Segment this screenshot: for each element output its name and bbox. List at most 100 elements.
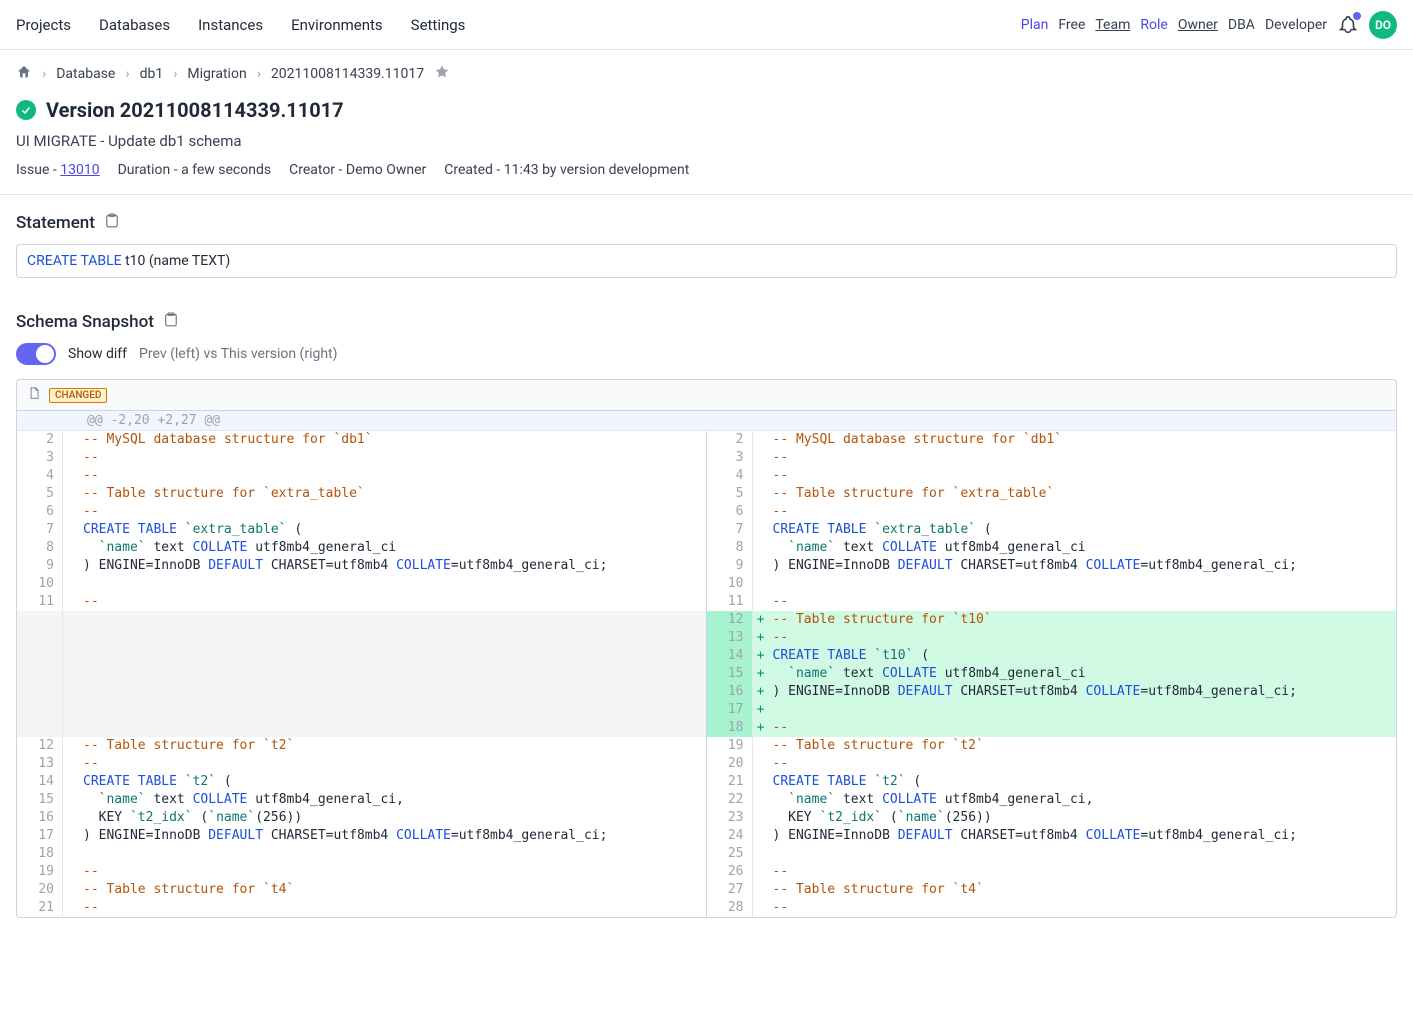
diff-row: 16+) ENGINE=InnoDB DEFAULT CHARSET=utf8m… [707, 683, 1397, 701]
diff-row: 6-- [707, 503, 1397, 521]
creator-value: Demo Owner [346, 162, 426, 178]
nav-settings[interactable]: Settings [411, 16, 466, 34]
diff-row: 19-- [17, 863, 706, 881]
page-title: Version 20211008114339.11017 [46, 98, 344, 122]
diff-row: 5-- Table structure for `extra_table` [707, 485, 1397, 503]
diff-row: 11-- [17, 593, 706, 611]
diff-row: 8 `name` text COLLATE utf8mb4_general_ci [17, 539, 706, 557]
diff-row: 20-- [707, 755, 1397, 773]
diff-row [17, 683, 706, 701]
statement-rest: t10 (name TEXT) [122, 253, 231, 269]
diff-row: 15+ `name` text COLLATE utf8mb4_general_… [707, 665, 1397, 683]
diff-row: 21CREATE TABLE `t2` ( [707, 773, 1397, 791]
diff-row: 19-- Table structure for `t2` [707, 737, 1397, 755]
diff-row: 8 `name` text COLLATE utf8mb4_general_ci [707, 539, 1397, 557]
diff-row: 24) ENGINE=InnoDB DEFAULT CHARSET=utf8mb… [707, 827, 1397, 845]
plan-link[interactable]: Team [1095, 17, 1130, 33]
diff-row: 17+ [707, 701, 1397, 719]
snapshot-section: Schema Snapshot Show diff Prev (left) vs… [0, 294, 1413, 934]
diff-row: 25 [707, 845, 1397, 863]
clipboard-icon[interactable] [162, 310, 180, 333]
diff-row: 18+-- [707, 719, 1397, 737]
diff-row: 7CREATE TABLE `extra_table` ( [707, 521, 1397, 539]
page-meta: Issue - 13010 Duration - a few seconds C… [16, 162, 1397, 178]
diff-row: 26-- [707, 863, 1397, 881]
diff-row: 17) ENGINE=InnoDB DEFAULT CHARSET=utf8mb… [17, 827, 706, 845]
show-diff-sub: Prev (left) vs This version (right) [139, 346, 337, 362]
star-icon[interactable] [434, 64, 450, 84]
diff-row: 15 `name` text COLLATE utf8mb4_general_c… [17, 791, 706, 809]
diff-row: 13-- [17, 755, 706, 773]
diff-row: 12+-- Table structure for `t10` [707, 611, 1397, 629]
issue-link[interactable]: 13010 [60, 162, 99, 178]
diff-row [17, 665, 706, 683]
page-subtitle: UI MIGRATE - Update db1 schema [16, 132, 1397, 150]
created-label: Created - [444, 162, 503, 178]
diff-row [17, 629, 706, 647]
diff-row: 7CREATE TABLE `extra_table` ( [17, 521, 706, 539]
role-developer: Developer [1265, 17, 1327, 33]
plan-label: Plan [1021, 17, 1049, 33]
nav-environments[interactable]: Environments [291, 16, 383, 34]
statement-title: Statement [16, 213, 95, 233]
topbar: Projects Databases Instances Environment… [0, 0, 1413, 50]
role-dba: DBA [1228, 17, 1255, 33]
diff-row: 12-- Table structure for `t2` [17, 737, 706, 755]
diff-row: 23 KEY `t2_idx` (`name`(256)) [707, 809, 1397, 827]
diff-right-pane: 2-- MySQL database structure for `db1`3-… [707, 431, 1397, 917]
diff-row: 28-- [707, 899, 1397, 917]
diff-row [17, 701, 706, 719]
notifications-icon[interactable] [1337, 14, 1359, 36]
statement-section: Statement CREATE TABLE t10 (name TEXT) [0, 195, 1413, 294]
diff-row: 10 [17, 575, 706, 593]
diff-left-pane: 2-- MySQL database structure for `db1`3-… [17, 431, 707, 917]
diff-row: 11-- [707, 593, 1397, 611]
breadcrumb-sep: › [257, 66, 261, 82]
diff-row: 9) ENGINE=InnoDB DEFAULT CHARSET=utf8mb4… [17, 557, 706, 575]
nav-instances[interactable]: Instances [198, 16, 263, 34]
topbar-nav: Projects Databases Instances Environment… [16, 16, 465, 34]
diff-row: 16 KEY `t2_idx` (`name`(256)) [17, 809, 706, 827]
diff-row: 9) ENGINE=InnoDB DEFAULT CHARSET=utf8mb4… [707, 557, 1397, 575]
diff-row [17, 611, 706, 629]
nav-projects[interactable]: Projects [16, 16, 71, 34]
home-icon[interactable] [16, 64, 32, 84]
role-label: Role [1140, 17, 1167, 33]
diff-row: 27-- Table structure for `t4` [707, 881, 1397, 899]
diff-row: 14CREATE TABLE `t2` ( [17, 773, 706, 791]
diff-row: 14+CREATE TABLE `t10` ( [707, 647, 1397, 665]
clipboard-icon[interactable] [103, 211, 121, 234]
diff-hunk: @@ -2,20 +2,27 @@ [17, 411, 1396, 431]
diff-row: 3-- [17, 449, 706, 467]
snapshot-title: Schema Snapshot [16, 312, 154, 332]
diff-row: 6-- [17, 503, 706, 521]
crumb-version: 20211008114339.11017 [271, 66, 424, 82]
plan-value: Free [1058, 17, 1085, 33]
crumb-database[interactable]: Database [56, 66, 115, 82]
duration-value: a few seconds [181, 162, 271, 178]
nav-databases[interactable]: Databases [99, 16, 170, 34]
diff-row: 21-- [17, 899, 706, 917]
crumb-db1[interactable]: db1 [140, 66, 164, 82]
topbar-right: Plan Free Team Role Owner DBA Developer … [1021, 11, 1397, 39]
avatar[interactable]: DO [1369, 11, 1397, 39]
statement-box: CREATE TABLE t10 (name TEXT) [16, 244, 1397, 278]
diff-row: 13+-- [707, 629, 1397, 647]
check-icon [16, 100, 36, 120]
page-header: Version 20211008114339.11017 UI MIGRATE … [0, 98, 1413, 195]
duration-label: Duration - [118, 162, 182, 178]
diff-row [17, 719, 706, 737]
diff-row: 4-- [17, 467, 706, 485]
statement-keyword: CREATE TABLE [27, 253, 122, 269]
breadcrumb: › Database › db1 › Migration › 202110081… [0, 50, 1413, 98]
issue-label: Issue - [16, 162, 60, 178]
crumb-migration[interactable]: Migration [187, 66, 246, 82]
diff-row [17, 647, 706, 665]
diff-row: 4-- [707, 467, 1397, 485]
breadcrumb-sep: › [125, 66, 129, 82]
show-diff-toggle[interactable] [16, 343, 56, 365]
role-value[interactable]: Owner [1178, 17, 1218, 33]
diff-row: 20-- Table structure for `t4` [17, 881, 706, 899]
diff-row: 3-- [707, 449, 1397, 467]
changed-badge: CHANGED [49, 388, 107, 403]
